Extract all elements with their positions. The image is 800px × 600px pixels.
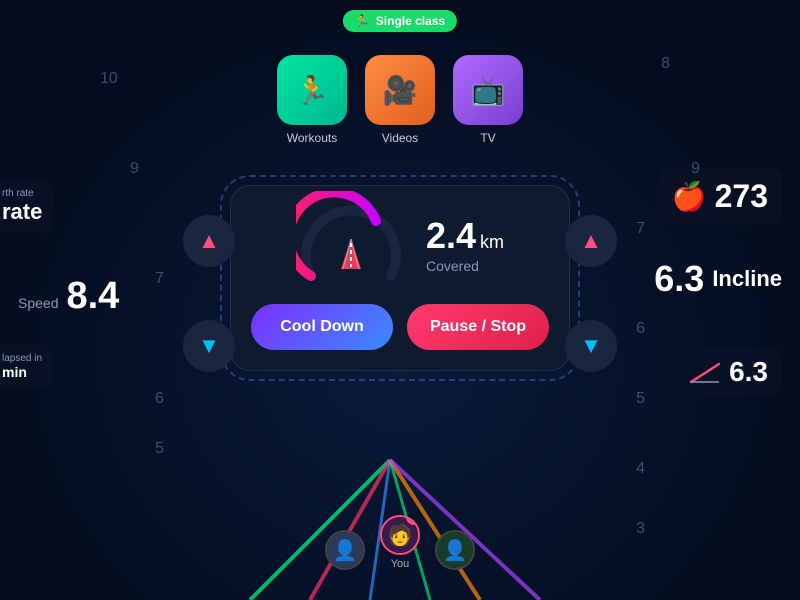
workout-panel: 2.4 km Covered Cool Down Pause / Stop [230,185,570,371]
speed-up-icon: ▲ [198,228,220,254]
pause-stop-button[interactable]: Pause / Stop [407,304,549,350]
avatar-2: 👤 [435,530,475,570]
top-menu: 🏃 Workouts 🎥 Videos 📺 TV [277,55,523,145]
grid-num-3-right: 3 [636,520,645,538]
incline-angle-icon [689,360,721,384]
workouts-label: Workouts [287,131,337,145]
speed-down-icon: ▼ [198,333,220,359]
incline-up-icon: ▲ [580,228,602,254]
tv-icon: 📺 [471,74,506,107]
grid-num-5-right: 5 [636,390,645,408]
elapsed-value: min [2,364,42,380]
menu-item-workouts[interactable]: 🏃 Workouts [277,55,347,145]
incline-down-icon: ▼ [580,333,602,359]
menu-item-videos[interactable]: 🎥 Videos [365,55,435,145]
heartrate-panel: rth rate rate [0,180,54,233]
grid-num-4-right: 4 [636,460,645,478]
user-badge[interactable]: 🏃 Single class [343,10,457,32]
incline-up-button[interactable]: ▲ [565,215,617,267]
speed-label: Speed [18,295,58,311]
grid-num-10: 10 [100,70,118,88]
distance-label: Covered [426,258,479,274]
badge-label: Single class [376,14,445,28]
elapsed-panel: lapsed in min [0,345,54,388]
workouts-icon: 🏃 [295,74,330,107]
grid-num-6-left: 6 [155,390,164,408]
elapsed-label: lapsed in [2,353,42,364]
distance-value: 2.4 [426,218,476,254]
incline-label: Incline [712,266,782,292]
avatar-1: 👤 [325,530,365,570]
angle-panel: 6.3 [675,348,782,396]
grid-num-8: 8 [661,55,670,73]
speedometer-gauge [296,206,406,286]
apple-icon: 🍎 [672,180,707,213]
grid-num-9-right: 9 [691,160,700,178]
avatar-you-container: 🧑 10 You [380,515,420,570]
tv-icon-bg: 📺 [453,55,523,125]
heartrate-label: rth rate [2,188,42,199]
cool-down-button[interactable]: Cool Down [251,304,393,350]
grid-num-5-left: 5 [155,440,164,458]
videos-icon-bg: 🎥 [365,55,435,125]
calories-value: 273 [715,178,768,215]
speed-value: 8.4 [66,275,119,318]
avatar-you: 🧑 10 [380,515,420,555]
speed-display: Speed 8.4 [18,275,119,318]
grid-num-6-right: 6 [636,320,645,338]
action-buttons: Cool Down Pause / Stop [251,304,549,350]
tv-label: TV [480,131,495,145]
angle-value: 6.3 [729,356,768,388]
scene: 🏃 Single class 🏃 Workouts 🎥 Videos 📺 TV … [0,0,800,600]
grid-num-9-left: 9 [130,160,139,178]
incline-panel: 6.3 Incline [654,258,782,300]
user-run-icon: 🏃 [355,14,370,28]
workouts-icon-bg: 🏃 [277,55,347,125]
grid-num-7-left: 7 [155,270,164,288]
calories-panel: 🍎 273 [658,168,782,225]
menu-item-tv[interactable]: 📺 TV [453,55,523,145]
speed-down-button[interactable]: ▼ [183,320,235,372]
speed-up-button[interactable]: ▲ [183,215,235,267]
gauge-area: 2.4 km Covered [251,206,549,286]
laser-lines [0,420,800,600]
bottom-area: 👤 🧑 10 You 👤 [325,515,475,570]
videos-icon: 🎥 [383,74,418,107]
grid-num-7-right: 7 [636,220,645,238]
heartrate-value: rate [2,199,42,225]
incline-value: 6.3 [654,258,704,300]
videos-label: Videos [382,131,418,145]
you-label: You [391,558,410,570]
incline-down-button[interactable]: ▼ [565,320,617,372]
distance-info: 2.4 km Covered [426,218,504,274]
distance-unit: km [480,232,504,253]
